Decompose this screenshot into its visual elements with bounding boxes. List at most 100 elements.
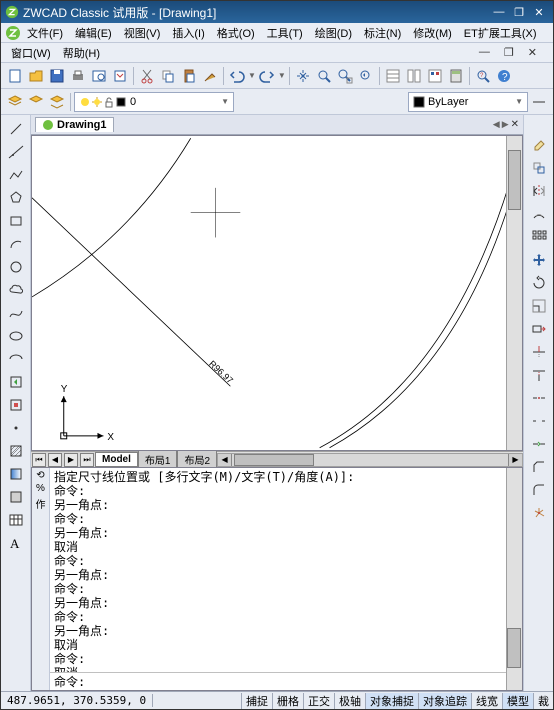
spline-button[interactable] (6, 303, 26, 323)
calc-button[interactable] (446, 66, 466, 86)
menu-et[interactable]: ET扩展工具(X) (458, 23, 543, 43)
move-button[interactable] (529, 250, 549, 270)
rect-button[interactable] (6, 211, 26, 231)
join-button[interactable] (529, 434, 549, 454)
pline-button[interactable] (6, 165, 26, 185)
cut-button[interactable] (137, 66, 157, 86)
pan-button[interactable] (293, 66, 313, 86)
ellipse-arc-button[interactable] (6, 349, 26, 369)
erase-button[interactable] (529, 135, 549, 155)
doc-close-button[interactable]: ✕ (522, 44, 543, 61)
layer-mgr-button[interactable] (5, 92, 25, 112)
point-button[interactable] (6, 418, 26, 438)
mode-osnap[interactable]: 对象捕捉 (365, 693, 418, 709)
layout-prev-button[interactable]: ◀ (48, 453, 62, 467)
menu-file[interactable]: 文件(F) (21, 23, 69, 43)
copy-button[interactable] (158, 66, 178, 86)
trim-button[interactable] (529, 342, 549, 362)
vscroll-thumb[interactable] (508, 150, 521, 210)
preview-button[interactable] (89, 66, 109, 86)
menu-window[interactable]: 窗口(W) (5, 43, 57, 63)
properties-button[interactable] (383, 66, 403, 86)
doc-tab[interactable]: Drawing1 (35, 117, 114, 132)
tab-left-icon[interactable]: ◀ (493, 119, 500, 130)
command-log[interactable]: 指定尺寸线位置或 [多行文字(M)/文字(T)/角度(A)]: 命令: 另一角点… (50, 468, 506, 672)
layout-next-button[interactable]: ▶ (64, 453, 78, 467)
new-button[interactable] (5, 66, 25, 86)
menu-format[interactable]: 格式(O) (211, 23, 261, 43)
menu-view[interactable]: 视图(V) (118, 23, 167, 43)
copy2-button[interactable] (529, 158, 549, 178)
mode-clip[interactable]: 裁 (533, 693, 553, 709)
hscroll-thumb[interactable] (234, 454, 314, 466)
mode-snap[interactable]: 捕捉 (241, 693, 272, 709)
layer-prev-button[interactable] (26, 92, 46, 112)
break-button[interactable] (529, 411, 549, 431)
layer-state-button[interactable] (47, 92, 67, 112)
menu-draw[interactable]: 绘图(D) (309, 23, 358, 43)
app-menu-icon[interactable] (5, 25, 21, 41)
tool-palette-button[interactable] (425, 66, 445, 86)
zoom-window-button[interactable] (335, 66, 355, 86)
hscroll-right-button[interactable]: ▶ (508, 454, 522, 466)
doc-minimize-button[interactable]: — (473, 44, 496, 61)
revcloud-button[interactable] (6, 280, 26, 300)
horizontal-scrollbar[interactable]: ◀ ▶ (217, 453, 523, 467)
cmd-tool-3-icon[interactable]: 作 (36, 496, 46, 511)
redo-button[interactable] (257, 66, 277, 86)
table-button[interactable] (6, 510, 26, 530)
cmd-tool-2-icon[interactable]: % (36, 483, 45, 494)
break-pt-button[interactable] (529, 388, 549, 408)
hatch-button[interactable] (6, 441, 26, 461)
menu-dimension[interactable]: 标注(N) (358, 23, 407, 43)
menu-edit[interactable]: 编辑(E) (69, 23, 118, 43)
array-button[interactable] (529, 227, 549, 247)
zoom-ext-button[interactable]: ? (473, 66, 493, 86)
offset-button[interactable] (529, 204, 549, 224)
explode-button[interactable] (529, 503, 549, 523)
gradient-button[interactable] (6, 464, 26, 484)
command-input[interactable]: 命令: (50, 672, 506, 690)
close-button[interactable]: ✕ (529, 4, 549, 20)
color-dropdown[interactable]: ByLayer ▼ (408, 92, 528, 112)
minimize-button[interactable]: — (489, 4, 509, 20)
region-button[interactable] (6, 487, 26, 507)
polygon-button[interactable] (6, 188, 26, 208)
mode-polar[interactable]: 极轴 (334, 693, 365, 709)
drawing-canvas[interactable]: X Y R96.97 (31, 135, 523, 451)
scale-button[interactable] (529, 296, 549, 316)
help-button[interactable]: ? (494, 66, 514, 86)
tab-model[interactable]: Model (95, 452, 138, 467)
maximize-button[interactable]: ❐ (509, 4, 529, 20)
xline-button[interactable] (6, 142, 26, 162)
publish-button[interactable] (110, 66, 130, 86)
stretch-button[interactable] (529, 319, 549, 339)
layout-first-button[interactable]: ⏮ (32, 453, 46, 467)
chamfer-button[interactable] (529, 457, 549, 477)
menu-tools[interactable]: 工具(T) (261, 23, 309, 43)
mode-model[interactable]: 模型 (502, 693, 533, 709)
print-button[interactable] (68, 66, 88, 86)
layout-last-button[interactable]: ⏭ (80, 453, 94, 467)
fillet-button[interactable] (529, 480, 549, 500)
mode-ortho[interactable]: 正交 (303, 693, 334, 709)
zoom-prev-button[interactable] (356, 66, 376, 86)
open-button[interactable] (26, 66, 46, 86)
rotate-button[interactable] (529, 273, 549, 293)
save-button[interactable] (47, 66, 67, 86)
mode-lwt[interactable]: 线宽 (471, 693, 502, 709)
match-button[interactable] (200, 66, 220, 86)
tab-right-icon[interactable]: ▶ (502, 119, 509, 130)
linetype-button[interactable] (529, 92, 549, 112)
block-button[interactable] (6, 395, 26, 415)
menu-modify[interactable]: 修改(M) (407, 23, 458, 43)
line-button[interactable] (6, 119, 26, 139)
cmd-scroll-thumb[interactable] (507, 628, 521, 668)
mode-otrack[interactable]: 对象追踪 (418, 693, 471, 709)
command-scrollbar[interactable] (506, 468, 522, 690)
insert-button[interactable] (6, 372, 26, 392)
redo-dropdown-icon[interactable]: ▼ (278, 71, 286, 80)
cmd-tool-1-icon[interactable]: ⟲ (36, 470, 44, 481)
mode-grid[interactable]: 栅格 (272, 693, 303, 709)
extend-button[interactable] (529, 365, 549, 385)
